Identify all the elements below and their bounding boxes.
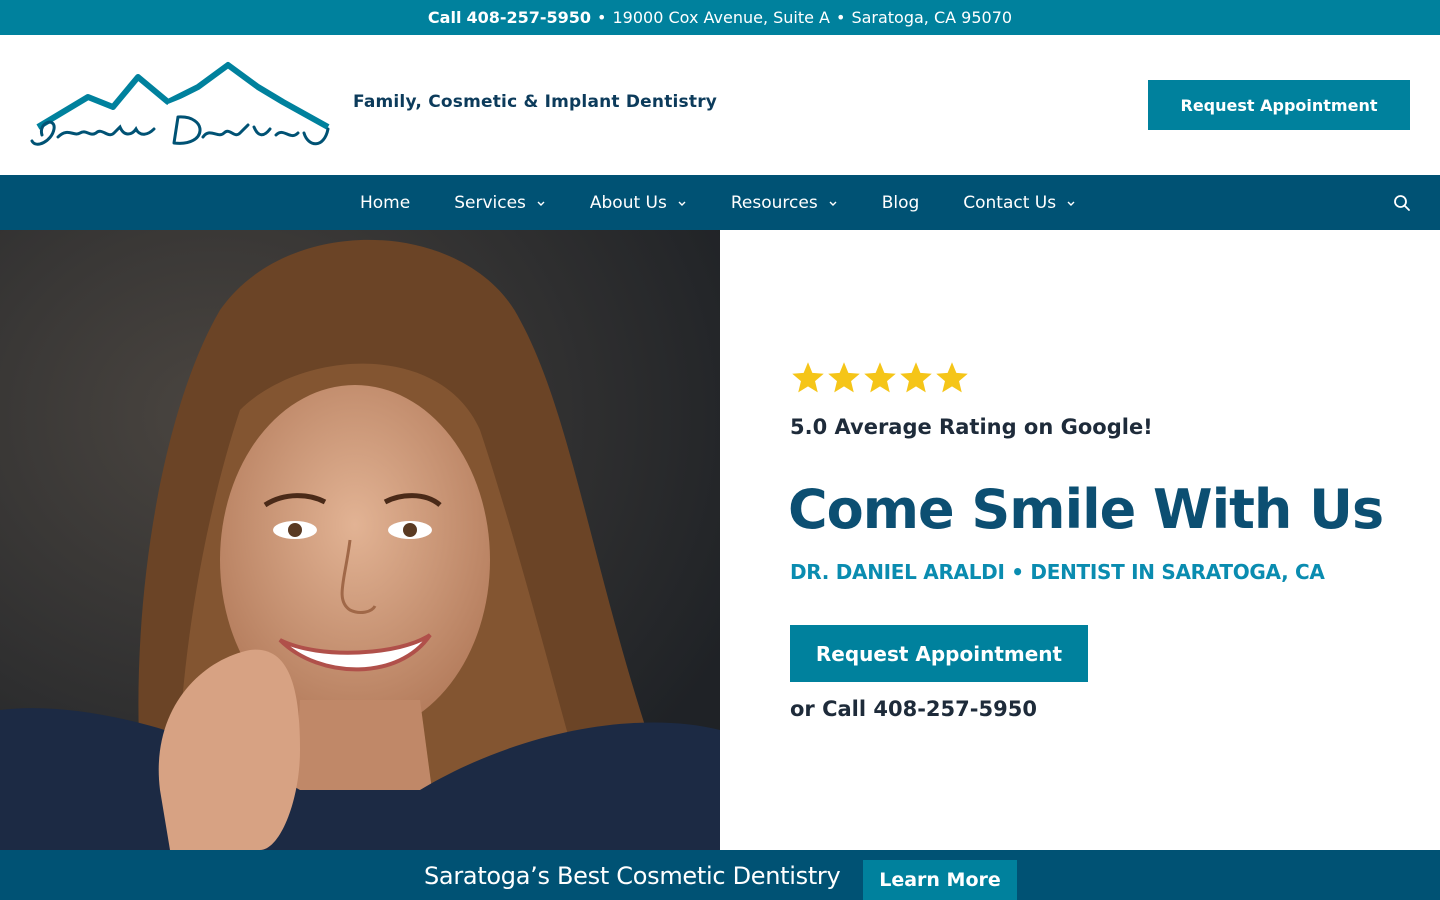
hero-call-link[interactable]: or Call 408-257-5950: [790, 697, 1037, 721]
nav-item-resources[interactable]: Resources: [709, 175, 860, 230]
rating-stars: [790, 360, 970, 396]
search-icon[interactable]: [1392, 193, 1412, 213]
rating-text: 5.0 Average Rating on Google!: [790, 415, 1153, 439]
hero-subhead: DR. DANIEL ARALDI • DENTIST IN SARATOGA,…: [790, 560, 1325, 584]
site-header: Family, Cosmetic & Implant Dentistry Req…: [0, 35, 1440, 175]
nav-item-contact-us[interactable]: Contact Us: [941, 175, 1098, 230]
star-icon: [792, 362, 824, 393]
nav-item-label: Resources: [730, 192, 818, 213]
site-logo[interactable]: [28, 57, 340, 153]
nav-item-home[interactable]: Home: [338, 175, 432, 230]
star-icon: [864, 362, 896, 393]
city-text: Saratoga, CA 95070: [851, 8, 1013, 27]
address-text: 19000 Cox Avenue, Suite A: [612, 8, 830, 27]
star-icon: [900, 362, 932, 393]
main-navigation: Home Services About Us Resources Blog Co…: [0, 175, 1440, 230]
banner-text: Saratoga’s Best Cosmetic Dentistry: [424, 862, 841, 890]
nav-item-label: Services: [454, 192, 526, 213]
hero-photo: [0, 230, 720, 850]
nav-item-label: Contact Us: [963, 192, 1057, 213]
separator: •: [597, 8, 607, 27]
chevron-down-icon: [537, 201, 545, 206]
separator: •: [836, 8, 846, 27]
nav-list: Home Services About Us Resources Blog Co…: [338, 175, 1098, 230]
nav-item-label: About Us: [589, 192, 667, 213]
chevron-down-icon: [678, 201, 686, 206]
hero-request-appointment-button[interactable]: Request Appointment: [790, 625, 1088, 682]
star-icon: [936, 362, 968, 393]
nav-item-label: Blog: [881, 192, 920, 213]
practice-tagline: Family, Cosmetic & Implant Dentistry: [353, 92, 718, 112]
top-info-bar: Call 408-257-5950 • 19000 Cox Avenue, Su…: [0, 0, 1440, 35]
header-request-appointment-button[interactable]: Request Appointment: [1148, 80, 1410, 130]
star-icon: [828, 362, 860, 393]
bottom-promo-banner: Saratoga’s Best Cosmetic Dentistry Learn…: [0, 850, 1440, 900]
nav-item-services[interactable]: Services: [432, 175, 568, 230]
nav-item-about-us[interactable]: About Us: [568, 175, 709, 230]
chevron-down-icon: [1067, 201, 1075, 206]
hero-content: 5.0 Average Rating on Google! Come Smile…: [720, 230, 1440, 850]
chevron-down-icon: [829, 201, 837, 206]
nav-item-label: Home: [360, 192, 411, 213]
learn-more-button[interactable]: Learn More: [863, 860, 1017, 900]
hero-headline: Come Smile With Us: [788, 478, 1384, 541]
logo-mountain-graphic: [30, 62, 330, 146]
call-label: Call: [427, 8, 462, 27]
hero-portrait-illustration: [0, 230, 720, 850]
nav-item-blog[interactable]: Blog: [860, 175, 942, 230]
phone-link[interactable]: 408-257-5950: [466, 8, 591, 27]
